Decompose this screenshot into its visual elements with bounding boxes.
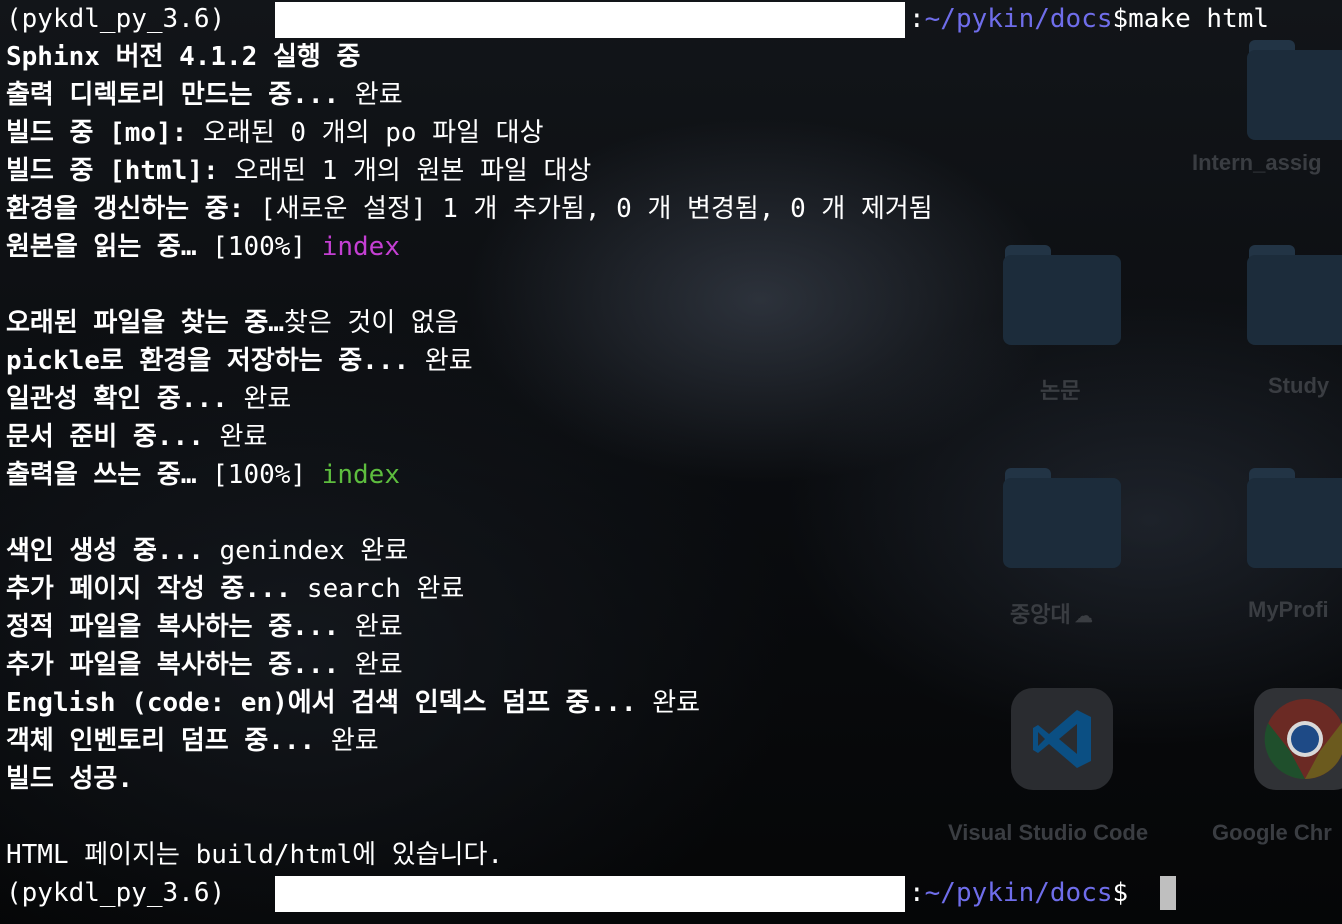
extra-pages-label: 추가 페이지 작성 중... — [6, 574, 292, 604]
env-result: [새로운 설정] 1 개 추가됨, 0 개 변경됨, 0 개 제거됨 — [244, 194, 933, 224]
consistency-label: 일관성 확인 중... — [6, 384, 228, 414]
prompt-env-2: (pykdl_py_3.6) — [6, 878, 226, 908]
redacted-hostname-2 — [275, 876, 905, 912]
html-label: 빌드 중 [html]: — [6, 156, 219, 186]
output-env: 환경을 갱신하는 중: [새로운 설정] 1 개 추가됨, 0 개 변경됨, 0… — [6, 190, 933, 228]
output-read: 원본을 읽는 중… [100%] index — [6, 228, 400, 266]
write-progress: [100%] — [196, 460, 322, 490]
genindex-result: genindex 완료 — [203, 536, 409, 566]
pickle-result: 완료 — [409, 346, 473, 376]
output-genindex: 색인 생성 중... genindex 완료 — [6, 532, 408, 570]
prompt-path-2: ~/pykin/docs — [924, 878, 1113, 908]
prompt-env: (pykdl_py_3.6) — [6, 4, 226, 34]
output-consistency: 일관성 확인 중... 완료 — [6, 380, 291, 418]
output-extra-files: 추가 파일을 복사하는 중... 완료 — [6, 646, 403, 684]
redacted-hostname — [275, 2, 905, 38]
mo-label: 빌드 중 [mo]: — [6, 118, 188, 148]
read-item: index — [321, 232, 400, 262]
static-result: 완료 — [339, 612, 403, 642]
output-success: 빌드 성공. — [6, 764, 133, 794]
prompt-colon-2: : — [909, 878, 925, 908]
desktop-screen: Intern_assig 논문 Study 중앙대 ☁ MyProfi Visu… — [0, 0, 1342, 924]
output-search-index: English (code: en)에서 검색 인덱스 덤프 중... 완료 — [6, 684, 700, 722]
read-progress: [100%] — [196, 232, 322, 262]
write-item: index — [321, 460, 400, 490]
output-pickle: pickle로 환경을 저장하는 중... 완료 — [6, 342, 473, 380]
prompt-colon: : — [909, 4, 925, 34]
prompt-symbol-2: $ — [1112, 878, 1129, 908]
genindex-label: 색인 생성 중... — [6, 536, 204, 566]
output-html: 빌드 중 [html]: 오래된 1 개의 원본 파일 대상 — [6, 152, 591, 190]
extra-files-result: 완료 — [339, 650, 403, 680]
prompt-line-2: :~/pykin/docs$ — [909, 874, 1128, 912]
output-inventory: 객체 인벤토리 덤프 중... 완료 — [6, 722, 379, 760]
extra-pages-result: search 완료 — [291, 574, 465, 604]
prepare-result: 완료 — [203, 422, 268, 452]
prompt-line-1: :~/pykin/docs$make html — [909, 0, 1269, 38]
output-sphinx: Sphinx 버전 4.1.2 실행 중 — [6, 42, 361, 72]
env-label: 환경을 갱신하는 중: — [6, 194, 245, 224]
consistency-result: 완료 — [227, 384, 292, 414]
extra-files-label: 추가 파일을 복사하는 중... — [6, 650, 340, 680]
write-label: 출력을 쓰는 중… — [6, 460, 197, 490]
terminal-window[interactable]: (pykdl_py_3.6) :~/pykin/docs$make html S… — [0, 0, 1342, 924]
outdated-result: 찾은 것이 없음 — [283, 308, 459, 338]
static-label: 정적 파일을 복사하는 중... — [6, 612, 340, 642]
output-html-pages: HTML 페이지는 build/html에 있습니다. — [6, 840, 504, 870]
search-index-label: English (code: en)에서 검색 인덱스 덤프 중... — [6, 688, 637, 718]
prepare-label: 문서 준비 중... — [6, 422, 204, 452]
pickle-label: pickle로 환경을 저장하는 중... — [6, 346, 410, 376]
output-outdated: 오래된 파일을 찾는 중…찾은 것이 없음 — [6, 304, 459, 342]
command-text: make html — [1128, 4, 1270, 34]
output-extra-pages: 추가 페이지 작성 중... search 완료 — [6, 570, 464, 608]
html-result: 오래된 1 개의 원본 파일 대상 — [218, 156, 592, 186]
inventory-result: 완료 — [315, 726, 379, 756]
output-write: 출력을 쓰는 중… [100%] index — [6, 456, 400, 494]
outdir-label: 출력 디렉토리 만드는 중... — [6, 80, 340, 110]
terminal-cursor[interactable] — [1160, 876, 1176, 910]
output-mo: 빌드 중 [mo]: 오래된 0 개의 po 파일 대상 — [6, 114, 544, 152]
output-prepare: 문서 준비 중... 완료 — [6, 418, 267, 456]
prompt-path: ~/pykin/docs — [924, 4, 1113, 34]
outdated-label: 오래된 파일을 찾는 중… — [6, 308, 284, 338]
inventory-label: 객체 인벤토리 덤프 중... — [6, 726, 316, 756]
outdir-result: 완료 — [339, 80, 403, 110]
prompt-symbol: $ — [1112, 4, 1129, 34]
output-static: 정적 파일을 복사하는 중... 완료 — [6, 608, 403, 646]
output-outdir: 출력 디렉토리 만드는 중... 완료 — [6, 76, 403, 114]
mo-result: 오래된 0 개의 po 파일 대상 — [187, 118, 544, 148]
search-index-result: 완료 — [636, 688, 701, 718]
read-label: 원본을 읽는 중… — [6, 232, 197, 262]
